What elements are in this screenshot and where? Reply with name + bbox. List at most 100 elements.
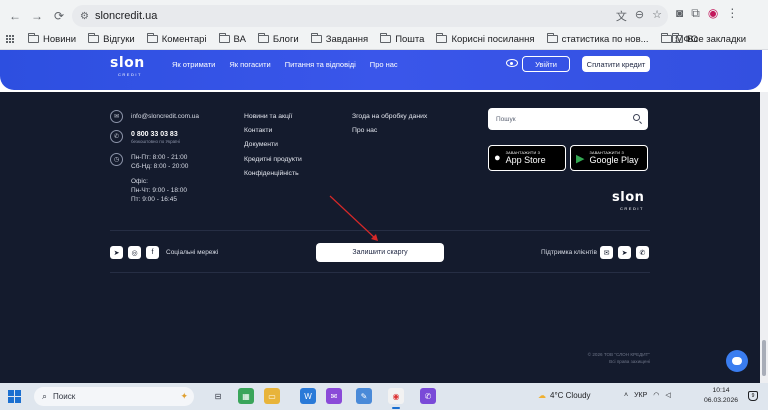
contact-hours: ◷ Пн-Пт: 8:00 - 21:00 Сб-Нд: 8:00 - 20:0… <box>110 153 188 204</box>
support-mail-icon[interactable]: ✉ <box>600 246 613 259</box>
nav-about[interactable]: Про нас <box>370 60 398 69</box>
link-news[interactable]: Новини та акції <box>244 110 302 124</box>
search-icon: ⌕ <box>42 391 48 401</box>
clock-icon: ◷ <box>110 153 123 166</box>
file-explorer-icon[interactable]: ▭ <box>264 388 280 404</box>
page: slon CREDIT Як отримати Як погасити Пита… <box>0 50 768 383</box>
all-bookmarks[interactable]: Все закладки <box>672 33 746 45</box>
link-about[interactable]: Про нас <box>352 124 427 138</box>
logo-sub: CREDIT <box>118 72 142 77</box>
contact-phone[interactable]: ✆ 0 800 33 03 83 безкоштовно по Україні <box>110 130 180 144</box>
weather-widget[interactable]: ☁ 4°C Cloudy <box>538 391 591 400</box>
bookmark-folder[interactable]: Коментарі <box>146 33 207 45</box>
omnibox-icons: 文 ⊖ ☆ <box>616 8 662 24</box>
notepad-icon[interactable]: ✎ <box>356 388 372 404</box>
leave-complaint-button[interactable]: Залишити скаргу <box>316 243 444 262</box>
profile-icon[interactable]: ◉ <box>708 6 718 21</box>
task-view-icon[interactable]: ⊟ <box>210 388 226 404</box>
translate-icon[interactable]: 文 <box>616 8 627 24</box>
footer-logo[interactable]: slon <box>612 190 644 205</box>
divider <box>110 272 650 273</box>
taskbar-search[interactable]: ⌕ Поиск ✦ <box>34 387 194 406</box>
header-wrap: slon CREDIT Як отримати Як погасити Пита… <box>0 50 768 92</box>
search-icon[interactable] <box>633 114 640 121</box>
tray-chevron-icon[interactable]: ˄ <box>624 392 628 399</box>
footer-search-input[interactable]: Пошук <box>488 108 648 130</box>
phone-icon: ✆ <box>110 130 123 143</box>
volume-icon[interactable]: ◁ <box>665 391 670 399</box>
wifi-icon[interactable]: ◠ <box>653 391 659 399</box>
nav-faq[interactable]: Питання та відповіді <box>285 60 356 69</box>
windows-start-icon[interactable] <box>8 390 21 403</box>
bookmark-folder[interactable]: Пошта <box>380 33 424 45</box>
pay-credit-button[interactable]: Сплатити кредит <box>582 56 650 72</box>
google-play-button[interactable]: ▶ ЗАВАНТАЖИТИ З Google Play <box>570 145 648 171</box>
annotation-arrow <box>329 195 378 241</box>
windows-taskbar: ⌕ Поиск ✦ ⊟ ▦ ▭ W ✉ ✎ ◉ ✆ ☁ 4°C Cloudy ˄… <box>0 383 768 410</box>
page-scrollbar[interactable] <box>760 92 768 383</box>
folder-icon <box>257 33 269 43</box>
chrome-icon[interactable]: ◉ <box>388 388 404 404</box>
app-store-button[interactable]: ● ЗАВАНТАЖИТИ З App Store <box>488 145 566 171</box>
bookmark-folder[interactable]: Завдання <box>310 33 368 45</box>
support-telegram-icon[interactable]: ➤ <box>618 246 631 259</box>
camera-icon[interactable]: ◙ <box>676 6 683 21</box>
telegram-icon[interactable]: ➤ <box>110 246 123 259</box>
support-viber-icon[interactable]: ✆ <box>636 246 649 259</box>
browser-chrome: ← → ⟳ ⚙ sloncredit.ua 文 ⊖ ☆ ◙ ⧉ ◉ ⋮ Нови… <box>0 0 768 50</box>
bookmark-folder[interactable]: Корисні посилання <box>436 33 535 45</box>
accessibility-eye-icon[interactable] <box>506 59 518 67</box>
link-credit-products[interactable]: Кредитні продукти <box>244 153 302 167</box>
folder-icon <box>218 33 230 43</box>
bookmark-folder[interactable]: ВА <box>218 33 246 45</box>
address-row: ← → ⟳ ⚙ sloncredit.ua 文 ⊖ ☆ ◙ ⧉ ◉ ⋮ <box>0 4 768 28</box>
chat-button[interactable] <box>726 350 748 372</box>
back-icon[interactable]: ← <box>4 6 26 26</box>
contact-email[interactable]: ✉ info@sloncredit.com.ua <box>110 110 199 123</box>
reload-icon[interactable]: ⟳ <box>48 6 70 26</box>
folder-icon <box>660 33 672 43</box>
lang-indicator[interactable]: УКР <box>634 392 647 399</box>
scrollbar-thumb[interactable] <box>762 340 766 376</box>
facebook-icon[interactable]: f <box>146 246 159 259</box>
bookmark-folder[interactable]: Блоги <box>257 33 299 45</box>
zoom-icon[interactable]: ⊖ <box>635 8 644 24</box>
logo[interactable]: slon <box>110 55 145 71</box>
link-documents[interactable]: Документи <box>244 138 302 152</box>
notifications-icon[interactable]: 9 <box>748 391 758 401</box>
menu-icon[interactable]: ⋮ <box>726 6 738 21</box>
nav-how-to-pay[interactable]: Як погасити <box>229 60 270 69</box>
bookmark-star-icon[interactable]: ☆ <box>652 8 662 24</box>
bookmark-folder[interactable]: Відгуки <box>88 33 135 45</box>
store-app-icon[interactable]: ▦ <box>238 388 254 404</box>
footer-links-1: Новини та акції Контакти Документи Креди… <box>244 110 302 181</box>
login-button[interactable]: Увійти <box>522 56 570 72</box>
chat-bubble-icon <box>732 357 742 365</box>
bookmark-folder[interactable]: Новини <box>28 33 76 45</box>
instagram-icon[interactable]: ◎ <box>128 246 141 259</box>
folder-icon <box>28 33 39 43</box>
folder-icon <box>146 33 158 43</box>
address-bar[interactable]: ⚙ sloncredit.ua 文 ⊖ ☆ <box>72 5 668 27</box>
nav-how-to-get[interactable]: Як отримати <box>172 60 215 69</box>
folder-icon <box>672 33 684 43</box>
clock[interactable]: 10:14 06.03.2026 <box>704 386 738 406</box>
word-icon[interactable]: W <box>300 388 316 404</box>
folder-icon <box>380 33 392 43</box>
folder-icon <box>436 33 448 43</box>
bookmark-folder[interactable]: статистика по нов... <box>546 33 649 45</box>
copyright: © 2026 ТОВ "СЛОН КРЕДИТ" Всі права захищ… <box>587 352 650 364</box>
extensions-icon[interactable]: ⧉ <box>691 6 700 21</box>
mail-app-icon[interactable]: ✉ <box>326 388 342 404</box>
divider <box>110 230 650 231</box>
link-contacts[interactable]: Контакти <box>244 124 302 138</box>
viber-icon[interactable]: ✆ <box>420 388 436 404</box>
link-data-consent[interactable]: Згода на обробку даних <box>352 110 427 124</box>
link-privacy[interactable]: Конфіденційність <box>244 167 302 181</box>
folder-icon <box>310 33 322 43</box>
main-nav: Як отримати Як погасити Питання та відпо… <box>172 60 398 69</box>
site-info-icon[interactable]: ⚙ <box>80 11 89 22</box>
forward-icon[interactable]: → <box>26 6 48 26</box>
apps-icon[interactable] <box>6 35 14 43</box>
cloud-icon: ☁ <box>538 391 546 400</box>
